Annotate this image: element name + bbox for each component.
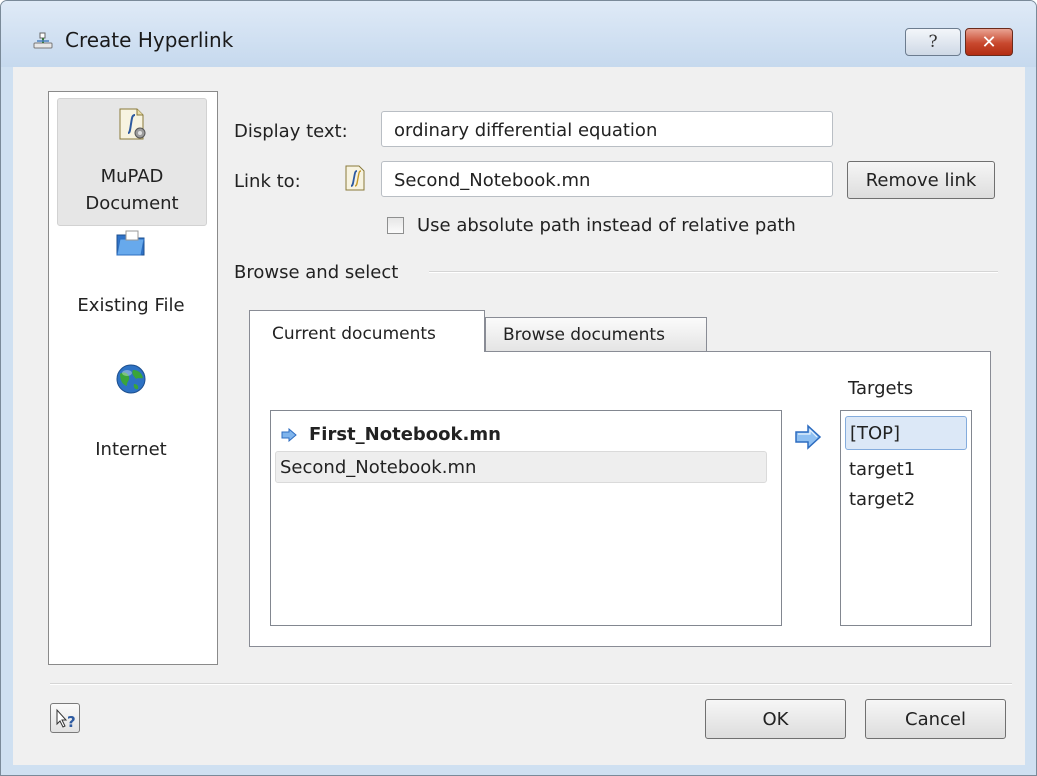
sidebar-item-internet[interactable]: Internet: [57, 360, 205, 480]
whats-this-help-button[interactable]: ?: [50, 703, 80, 733]
document-name: First_Notebook.mn: [309, 424, 501, 445]
arrow-right-icon: [281, 426, 297, 443]
list-item[interactable]: target1: [849, 455, 967, 485]
globe-icon: [114, 362, 148, 396]
current-documents-panel: First_Notebook.mn Second_Notebook.mn Tar…: [249, 351, 991, 647]
mupad-document-icon: [343, 165, 367, 191]
remove-link-button[interactable]: Remove link: [847, 161, 995, 199]
target-name: [TOP]: [850, 423, 901, 444]
window-title: Create Hyperlink: [65, 28, 234, 52]
tab-label: Current documents: [272, 324, 436, 344]
list-item[interactable]: [TOP]: [845, 416, 967, 450]
list-item[interactable]: target2: [849, 485, 967, 515]
dialog-body: MuPAD Document Existing File Internet Di…: [13, 67, 1025, 765]
documents-list[interactable]: First_Notebook.mn Second_Notebook.mn: [270, 410, 782, 626]
list-item[interactable]: First_Notebook.mn: [275, 421, 777, 449]
link-to-label: Link to:: [234, 171, 301, 192]
absolute-path-checkbox[interactable]: [387, 217, 404, 234]
create-hyperlink-dialog: Create Hyperlink ? ✕ MuPAD Document Exis…: [0, 0, 1037, 776]
close-button[interactable]: ✕: [965, 28, 1013, 56]
display-text-field[interactable]: ordinary differential equation: [381, 111, 833, 147]
hyperlink-icon: [33, 31, 53, 51]
whats-this-help-icon: ?: [54, 707, 78, 731]
arrow-right-icon: [794, 424, 822, 450]
sidebar-item-mupad-document[interactable]: MuPAD Document: [57, 98, 207, 226]
sidebar-item-label: Existing File: [77, 295, 185, 316]
tab-current-documents[interactable]: Current documents: [249, 310, 485, 352]
absolute-path-label: Use absolute path instead of relative pa…: [417, 215, 796, 236]
tab-browse-documents[interactable]: Browse documents: [485, 317, 707, 351]
close-icon: ✕: [981, 31, 997, 53]
browse-group-label: Browse and select: [234, 262, 399, 283]
targets-label: Targets: [848, 378, 914, 399]
group-separator: [429, 271, 998, 273]
help-icon: ?: [928, 32, 938, 52]
help-button[interactable]: ?: [905, 28, 961, 56]
sidebar-item-existing-file[interactable]: Existing File: [57, 226, 205, 346]
document-name: Second_Notebook.mn: [280, 457, 477, 478]
cancel-button[interactable]: Cancel: [865, 699, 1006, 739]
svg-text:?: ?: [67, 713, 76, 731]
tab-label: Browse documents: [503, 325, 665, 345]
folder-icon: [114, 226, 148, 260]
mupad-document-icon: [115, 107, 149, 141]
sidebar-item-label: Internet: [95, 439, 167, 460]
footer-separator: [50, 683, 1012, 685]
list-item[interactable]: Second_Notebook.mn: [275, 451, 767, 483]
display-text-label: Display text:: [234, 121, 348, 142]
link-to-field[interactable]: Second_Notebook.mn: [381, 161, 833, 197]
sidebar-item-label: MuPAD Document: [85, 166, 179, 214]
link-type-sidebar: MuPAD Document Existing File Internet: [48, 91, 218, 665]
target-name: target1: [849, 459, 916, 480]
ok-button[interactable]: OK: [705, 699, 846, 739]
targets-list[interactable]: [TOP] target1 target2: [840, 410, 972, 626]
target-name: target2: [849, 489, 916, 510]
title-bar[interactable]: Create Hyperlink ? ✕: [1, 1, 1036, 67]
